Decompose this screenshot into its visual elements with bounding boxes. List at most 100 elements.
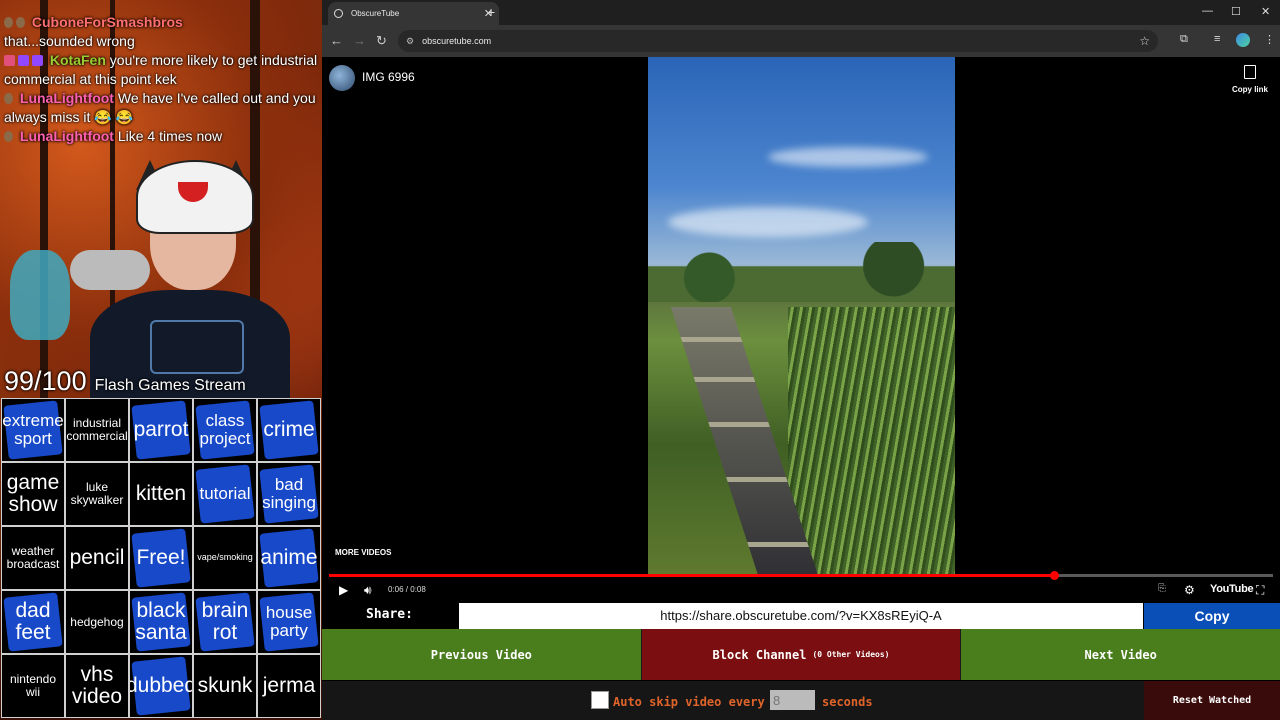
chat-badge-icon [4, 55, 15, 66]
video-title[interactable]: IMG 6996 [362, 70, 415, 84]
bingo-cell-label: extreme sport [2, 411, 64, 448]
chat-message: KotaFen you're more likely to get indust… [4, 51, 318, 89]
url-text: obscuretube.com [422, 36, 492, 46]
cloud [668, 207, 868, 237]
bingo-cell: bad singing [258, 463, 320, 525]
more-videos-button[interactable]: MORE VIDEOS [335, 548, 391, 557]
seconds-label: seconds [822, 695, 873, 709]
channel-avatar[interactable] [329, 65, 355, 91]
skip-seconds-input[interactable] [770, 690, 815, 710]
chat-message: that...sounded wrong [4, 32, 318, 51]
chat-message-partial [4, 0, 318, 13]
site-info-icon[interactable]: ⚙ [406, 36, 414, 47]
tab-bar: ObscureTube ✕ + — ☐ ✕ [322, 0, 1280, 25]
share-label: Share: [366, 607, 413, 622]
bingo-cell: black santa [130, 591, 192, 653]
video-player[interactable]: IMG 6996 Copy link MORE VIDEOS ▶ 🔊︎ 0:06… [322, 57, 1280, 602]
settings-gear-icon[interactable]: ⚙ [1184, 583, 1195, 597]
tab-obscuretube[interactable]: ObscureTube ✕ [328, 2, 499, 25]
progress-bar[interactable] [329, 571, 1273, 580]
browser-window: ObscureTube ✕ + — ☐ ✕ ← → ↻ ⚙ obscuretub… [322, 0, 1280, 720]
previous-video-button[interactable]: Previous Video [322, 629, 642, 680]
bingo-cell-label: vape/smoking [197, 552, 253, 563]
auto-skip-label: Auto skip video every [613, 695, 765, 709]
bingo-cell: class project [194, 399, 256, 461]
maximize-button[interactable]: ☐ [1231, 5, 1241, 18]
bingo-board: extreme sport industrial commercial parrot… [1, 398, 321, 718]
copy-link-button[interactable]: Copy link [1232, 65, 1268, 94]
bingo-cell: hedgehog [66, 591, 128, 653]
reset-watched-button[interactable]: Reset Watched [1144, 681, 1280, 720]
next-video-button[interactable]: Next Video [961, 629, 1280, 680]
video-frame[interactable] [648, 57, 955, 574]
bingo-cell-label: parrot [133, 417, 189, 441]
new-tab-button[interactable]: + [487, 4, 495, 20]
block-channel-label: Block Channel [712, 647, 807, 662]
previous-video-label: Previous Video [430, 647, 532, 662]
bingo-cell: Free! [130, 527, 192, 589]
address-bar: ← → ↻ ⚙ obscuretube.com ☆ ⧉ ≡ ⋮ [322, 25, 1280, 57]
volume-icon[interactable]: 🔊︎ [364, 583, 372, 598]
bingo-cell-label: skunk [197, 673, 253, 697]
bookmark-star-icon[interactable]: ☆ [1139, 34, 1150, 48]
chat-badge-icon [16, 17, 25, 28]
bingo-cell-label: tutorial [199, 484, 251, 504]
chat-overlay: CuboneForSmashbros that...sounded wrong … [0, 0, 322, 146]
bingo-cell: weather broadcast [2, 527, 64, 589]
copy-button[interactable]: Copy [1144, 603, 1280, 629]
bingo-cell-label: Free! [136, 545, 186, 569]
player-controls: ▶ 🔊︎ 0:06 / 0:08 ⎘ ⚙ YouTube ⛶ [322, 579, 1280, 601]
bingo-cell-label: pencil [69, 545, 125, 569]
extensions-icon[interactable]: ≡ [1214, 33, 1220, 45]
bingo-cell: anime [258, 527, 320, 589]
captions-icon[interactable]: ⎘ [1158, 583, 1166, 594]
close-window-button[interactable]: ✕ [1261, 5, 1270, 18]
chat-username: LunaLightfoot [19, 128, 114, 144]
chat-message: LunaLightfoot Like 4 times now [4, 127, 318, 146]
bingo-cell: parrot [130, 399, 192, 461]
chat-username: CuboneForSmashbros [31, 14, 183, 30]
chat-badge-icon [18, 55, 29, 66]
cloud [768, 147, 928, 167]
bingo-cell: dad feet [2, 591, 64, 653]
bingo-cell-label: bad singing [262, 475, 316, 512]
chat-message: CuboneForSmashbros [4, 13, 318, 32]
stream-title: Flash Games Stream [94, 377, 246, 394]
bingo-cell: vape/smoking [194, 527, 256, 589]
chat-badge-icon [4, 93, 13, 104]
tab-title: ObscureTube [351, 9, 400, 18]
block-channel-note: (0 Other Videos) [812, 650, 890, 659]
forward-arrow-icon[interactable]: → [353, 33, 366, 48]
stream-overlay: CuboneForSmashbros that...sounded wrong … [0, 0, 322, 720]
reload-icon[interactable]: ↻ [376, 33, 387, 49]
chat-username: KotaFen [49, 52, 106, 68]
fullscreen-icon[interactable]: ⛶ [1256, 583, 1264, 598]
block-channel-button[interactable]: Block Channel (0 Other Videos) [641, 629, 962, 680]
chat-text: that...sounded wrong [4, 33, 135, 49]
share-url-field[interactable] [459, 603, 1143, 629]
grass [788, 307, 955, 574]
bingo-cell: vhs video [66, 655, 128, 717]
bingo-cell-label: crime [263, 417, 315, 441]
stream-header: 99/100 Flash Games Stream [4, 366, 246, 396]
bingo-cell: luke skywalker [66, 463, 128, 525]
bingo-cell: crime [258, 399, 320, 461]
back-arrow-icon[interactable]: ← [330, 33, 343, 48]
microphone [70, 250, 150, 290]
bingo-cell-label: kitten [135, 481, 187, 505]
play-icon[interactable]: ▶ [339, 583, 348, 597]
bingo-cell: brain rot [194, 591, 256, 653]
eye-icon [334, 9, 343, 18]
action-row: Previous Video Block Channel (0 Other Vi… [322, 629, 1280, 680]
profile-avatar[interactable] [1236, 33, 1250, 47]
bingo-cell: house party [258, 591, 320, 653]
chat-badge-icon [4, 131, 13, 142]
url-field[interactable]: ⚙ obscuretube.com ☆ [398, 30, 1158, 52]
minimize-button[interactable]: — [1202, 5, 1213, 17]
time-display: 0:06 / 0:08 [388, 585, 426, 594]
bingo-cell-label: luke skywalker [70, 480, 124, 507]
menu-kebab-icon[interactable]: ⋮ [1264, 33, 1275, 46]
auto-skip-checkbox[interactable] [591, 691, 609, 709]
tab-search-icon[interactable]: ⧉ [1180, 33, 1188, 46]
youtube-logo[interactable]: YouTube [1210, 583, 1254, 595]
